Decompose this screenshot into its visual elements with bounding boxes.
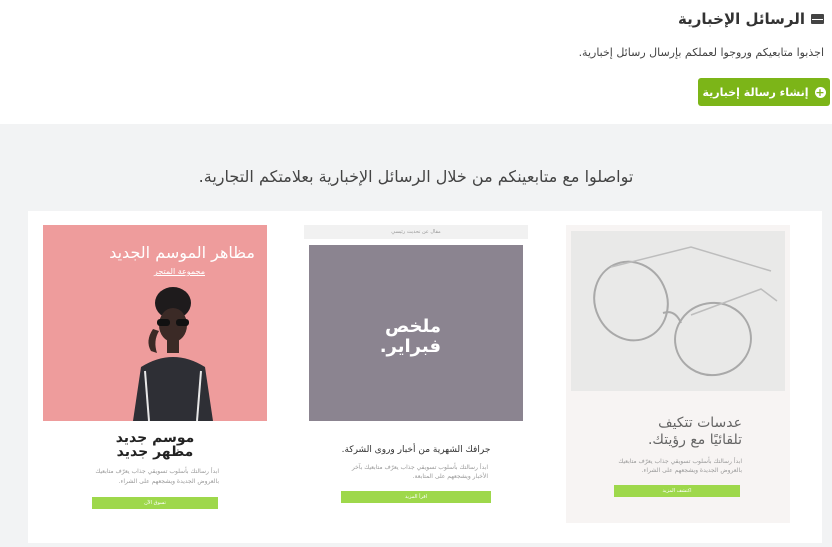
promo-title: تواصلوا مع متابعينكم من خلال الرسائل الإ… <box>198 167 634 186</box>
monthly-card-title: جرافك الشهرية من أخبار وروى الشركة. <box>341 445 491 455</box>
glasses-illustration <box>593 246 778 377</box>
fashion-hero-image: مظاهر الموسم الجديد مجموعة المتجر <box>43 225 267 421</box>
monthly-hero-text: ملخص فبراير. <box>380 317 441 357</box>
page-title: الرسائل الإخبارية <box>678 10 824 28</box>
template-card-fashion[interactable]: مظاهر الموسم الجديد مجموعة المتجر موسم ج… <box>43 225 267 523</box>
fashion-card-body: ابدأ رسالتك بأسلوب تسويقي جذاب يعرّف متا… <box>95 468 219 485</box>
envelope-icon <box>811 14 824 24</box>
plus-circle-icon: + <box>814 85 826 99</box>
glasses-card-body: ابدأ رسالتك بأسلوب تسويقي جذاب يعرّف متا… <box>618 458 742 474</box>
promo-panel: تواصلوا مع متابعينكم من خلال الرسائل الإ… <box>0 124 832 547</box>
fashion-hero-subtitle: مجموعة المتجر <box>153 267 205 276</box>
fashion-title-line1: موسم جديد <box>115 430 195 446</box>
glasses-image <box>571 231 785 391</box>
glasses-card-button[interactable]: اكتشف المزيد <box>614 485 740 497</box>
monthly-card-button[interactable]: اقرأ المزيد <box>341 491 491 503</box>
glasses-title-line1: عدسات تتكيف <box>658 415 742 431</box>
create-newsletter-button[interactable]: + إنشاء رسالة إخبارية <box>698 78 830 106</box>
fashion-hero-title: مظاهر الموسم الجديد <box>109 243 255 262</box>
template-cards: مظاهر الموسم الجديد مجموعة المتجر موسم ج… <box>28 211 822 543</box>
page-title-text: الرسائل الإخبارية <box>678 10 805 28</box>
person-illustration <box>133 287 213 421</box>
create-newsletter-label: إنشاء رسالة إخبارية <box>702 85 809 99</box>
glasses-title-line2: تلقائيًا مع رؤيتك. <box>647 432 742 448</box>
monthly-top-bar: مقال عن تحديث رئيسي <box>304 225 528 239</box>
template-card-glasses[interactable]: عدسات تتكيف تلقائيًا مع رؤيتك. ابدأ رسال… <box>566 225 790 523</box>
monthly-hero-box: ملخص فبراير. <box>309 245 523 421</box>
template-card-monthly[interactable]: مقال عن تحديث رئيسي ملخص فبراير. جرافك ا… <box>304 225 528 523</box>
fashion-card-button[interactable]: تسوق الآن <box>92 497 218 509</box>
page-subtitle: اجذبوا متابعيكم وروجوا لعملكم بإرسال رسا… <box>578 46 824 59</box>
monthly-hero-line2: فبراير. <box>379 336 441 357</box>
monthly-card-body: ابدأ رسالتك بأسلوب تسويقي جذاب يعرّف متا… <box>351 464 488 480</box>
glasses-card-title: عدسات تتكيف تلقائيًا مع رؤيتك. <box>566 415 790 449</box>
fashion-title-line2: مظهر جديد <box>116 444 194 460</box>
fashion-card-title: موسم جديد مظهر جديد <box>43 431 267 459</box>
monthly-hero-line1: ملخص <box>384 316 441 337</box>
